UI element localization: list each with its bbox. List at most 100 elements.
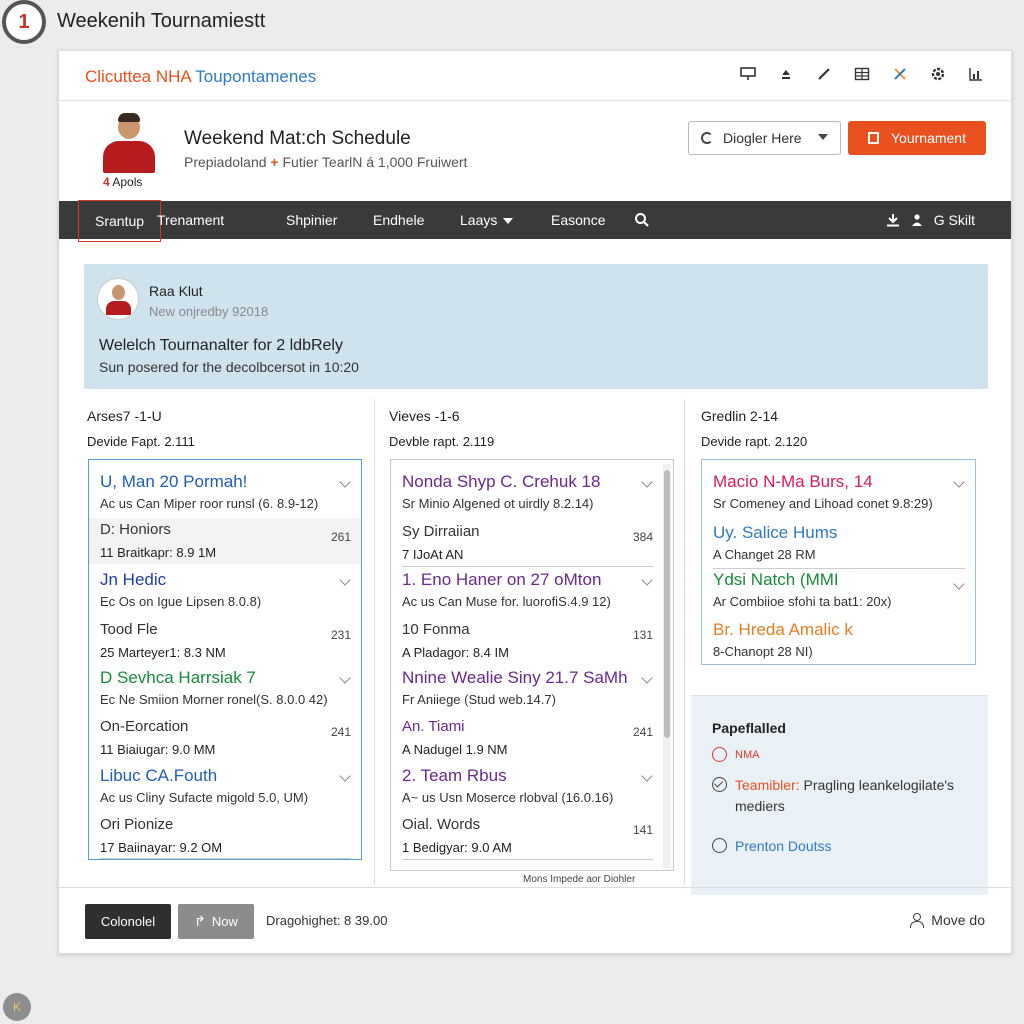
- divider: [402, 859, 653, 860]
- match-detail: 11 Biaiugar: 9.0 MM: [100, 742, 216, 757]
- match-title: D: Honiors: [100, 521, 171, 538]
- move-do-label: Move do: [931, 912, 985, 928]
- chevron-down-icon[interactable]: [953, 578, 965, 590]
- nav-item-endhele[interactable]: Endhele: [373, 201, 424, 239]
- divider: [100, 858, 351, 859]
- list-item[interactable]: 10 Fonma 131 A Pladagor: 8.4 IM: [391, 621, 673, 667]
- match-count: 141: [632, 823, 653, 837]
- list-item[interactable]: Libuc CA.Fouth Ac us Cliny Sufacte migol…: [89, 766, 361, 812]
- scrollbar[interactable]: [663, 464, 671, 868]
- apps-text: Apols: [112, 175, 143, 189]
- app-logo[interactable]: 1: [2, 0, 46, 44]
- presentation-icon[interactable]: [739, 65, 757, 83]
- brand-secondary: Toupontamenes: [195, 67, 317, 86]
- check-circle-icon[interactable]: [712, 777, 727, 792]
- apps-count: 4: [103, 175, 110, 189]
- chevron-down-icon[interactable]: [953, 476, 965, 488]
- nav-right-label[interactable]: G Skilt: [934, 212, 975, 228]
- match-detail: 11 Braitkapr: 8.9 1M: [100, 545, 217, 560]
- bracket-icon: [868, 132, 879, 144]
- tournament-button[interactable]: Yournament: [848, 121, 986, 155]
- list-item[interactable]: Oial. Words 141 1 Bedigyar: 9.0 AM: [391, 816, 673, 870]
- nav-item-laays-label: Laays: [460, 212, 498, 228]
- corner-badge-icon[interactable]: K: [3, 993, 31, 1021]
- nav-item-laays[interactable]: Laays: [460, 201, 514, 239]
- list-item[interactable]: 1. Eno Haner on 27 oMton Ac us Can Muse …: [391, 570, 673, 616]
- settings-icon[interactable]: [929, 65, 947, 83]
- search-icon[interactable]: [634, 212, 650, 250]
- scrollbar-thumb[interactable]: [664, 470, 670, 738]
- apps-label: 4 Apols: [103, 175, 142, 189]
- nav-item-startup[interactable]: Srantup: [78, 200, 162, 242]
- subtitle-part2: Futier TearlN á 1,000 Fruiwert: [282, 154, 468, 170]
- tournament-button-label: Yournament: [891, 130, 966, 146]
- brand-primary: Clicuttea NHA: [85, 67, 191, 86]
- match-title: Ydsi Natch (MMI: [713, 570, 839, 589]
- main-card: Clicuttea NHA Toupontamenes 4 Apols Week…: [58, 50, 1012, 954]
- now-button[interactable]: ↱ Now: [178, 904, 254, 939]
- match-title: 10 Fonma: [402, 621, 470, 638]
- list-item[interactable]: Nnine Wealie Siny 21.7 SaMh Fr Aniiege (…: [391, 668, 673, 714]
- more-note[interactable]: Mons Impede aor Diohler: [523, 874, 635, 885]
- list-item[interactable]: D: Honiors 261 11 Braitkapr: 8.9 1M: [89, 518, 361, 564]
- match-detail: 1 Bedigyar: 9.0 AM: [402, 840, 512, 855]
- list-item[interactable]: On-Eorcation 241 11 Biaiugar: 9.0 MM: [89, 718, 361, 764]
- list-item[interactable]: Sy Dirraiian 384 7 IJoAt AN: [391, 523, 673, 569]
- chevron-down-icon[interactable]: [339, 476, 351, 488]
- match-detail: Ec Ne Smiion Morner ronel(S. 8.0.0 42): [100, 692, 328, 707]
- match-title: Br. Hreda Amalic k: [713, 620, 853, 639]
- list-item[interactable]: Jn Hedic Ec Os on Igue Lipsen 8.0.8): [89, 570, 361, 616]
- list-item[interactable]: Macio N-Ma Burs, 14 Sr Comeney and Lihoa…: [702, 472, 975, 518]
- list-item[interactable]: Uy. Salice Hums A Changet 28 RM: [702, 523, 975, 569]
- page-title: Weekend Mat:ch Schedule: [184, 128, 411, 149]
- list-item[interactable]: D Sevhca Harrsiak 7 Ec Ne Smiion Morner …: [89, 668, 361, 714]
- nav-item-shpinier[interactable]: Shpinier: [286, 201, 337, 239]
- option-label: Prenton Doutss: [735, 838, 832, 854]
- column-3-list: Macio N-Ma Burs, 14 Sr Comeney and Lihoa…: [701, 459, 976, 665]
- chevron-down-icon[interactable]: [641, 574, 653, 586]
- chevron-down-icon[interactable]: [641, 476, 653, 488]
- list-item[interactable]: Tood Fle 231 25 Marteyer1: 8.3 NM: [89, 621, 361, 667]
- undo-icon: ↱: [194, 913, 206, 929]
- chart-icon[interactable]: [967, 65, 985, 83]
- tools-icon[interactable]: [891, 65, 909, 83]
- list-item[interactable]: 2. Team Rbus A~ us Usn Moserce rlobval (…: [391, 766, 673, 812]
- option-prefix: Teamibler:: [735, 777, 800, 793]
- eject-icon[interactable]: [777, 65, 795, 83]
- list-item[interactable]: An. Tiami 241 A Nadugel 1.9 NM: [391, 718, 673, 764]
- match-detail: 7 IJoAt AN: [402, 547, 464, 562]
- nav-item-easonce[interactable]: Easonce: [551, 201, 605, 239]
- radio-icon[interactable]: [712, 747, 727, 762]
- match-count: 231: [330, 628, 351, 642]
- download-icon[interactable]: [886, 213, 900, 227]
- column-divider: [374, 399, 375, 885]
- match-title: U, Man 20 Pormah!: [100, 472, 248, 491]
- list-item[interactable]: Br. Hreda Amalic k 8-Chanopt 28 NI): [702, 620, 975, 664]
- list-item[interactable]: Ydsi Natch (MMI Ar Combiioe sfohi ta bat…: [702, 570, 975, 616]
- match-count: 384: [632, 530, 653, 544]
- filter-dropdown[interactable]: Diogler Here: [688, 121, 841, 155]
- chevron-down-icon[interactable]: [339, 770, 351, 782]
- match-title: An. Tiami: [402, 718, 465, 735]
- chevron-down-icon[interactable]: [339, 672, 351, 684]
- option-label: NMA: [735, 749, 760, 761]
- list-item[interactable]: Nonda Shyp C. Crehuk 18 Sr Minio Algened…: [391, 472, 673, 518]
- grid-icon[interactable]: [853, 65, 871, 83]
- colonel-button[interactable]: Colonolel: [85, 904, 171, 939]
- user-icon[interactable]: [910, 213, 924, 227]
- subtitle-part1: Prepiadoland: [184, 154, 267, 170]
- move-do-link[interactable]: Move do: [909, 912, 985, 928]
- list-item[interactable]: U, Man 20 Pormah! Ac us Can Miper roor r…: [89, 472, 361, 518]
- list-item[interactable]: Ori Pionize 17 Baiinayar: 9.2 OM: [89, 816, 361, 859]
- match-detail: 8-Chanopt 28 NI): [713, 644, 813, 659]
- chevron-down-icon[interactable]: [641, 770, 653, 782]
- nav-item-tournament[interactable]: Trenament: [157, 201, 224, 239]
- radio-icon[interactable]: [712, 838, 727, 853]
- match-detail: A Pladagor: 8.4 IM: [402, 645, 509, 660]
- column-1-subheading: Devide Fapt. 2.111: [87, 434, 195, 449]
- pencil-icon[interactable]: [815, 65, 833, 83]
- match-detail: Ac us Can Muse for. luorofiS.4.9 12): [402, 594, 611, 609]
- chevron-down-icon[interactable]: [641, 672, 653, 684]
- chevron-down-icon[interactable]: [339, 574, 351, 586]
- window-title-bar: 1 Weekenih Tournamiestt: [0, 0, 1024, 44]
